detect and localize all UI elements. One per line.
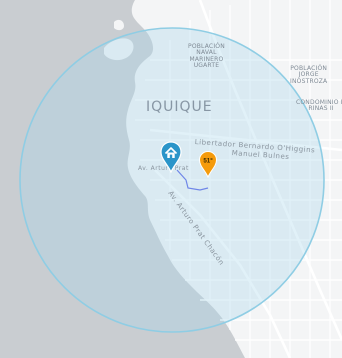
- map-canvas[interactable]: [0, 0, 342, 358]
- home-pin-marker: [160, 141, 182, 173]
- home-pin[interactable]: [159, 141, 183, 173]
- label-condominio: CONDOMINIO M RINAS II: [296, 99, 342, 113]
- label-poblacion-naval: POBLACIÓN NAVAL MARINERO UGARTE: [188, 43, 225, 69]
- price-pin-text: 51°: [203, 158, 213, 165]
- condominio-text: CONDOMINIO M RINAS II: [296, 99, 342, 113]
- label-poblacion-jorge: POBLACIÓN JORGE INOSTROZA: [290, 65, 328, 85]
- poblacion-jorge-text: POBLACIÓN JORGE INOSTROZA: [290, 65, 328, 85]
- city-label-text: IQUIQUE: [146, 99, 213, 115]
- city-label: IQUIQUE: [146, 100, 213, 115]
- price-pin-marker: 51°: [198, 150, 218, 178]
- price-pin[interactable]: 51°: [198, 150, 218, 178]
- poblacion-naval-text: POBLACIÓN NAVAL MARINERO UGARTE: [188, 43, 225, 69]
- search-radius: [19, 27, 325, 333]
- map-view[interactable]: POBLACIÓN NAVAL MARINERO UGARTE POBLACIÓ…: [0, 0, 342, 358]
